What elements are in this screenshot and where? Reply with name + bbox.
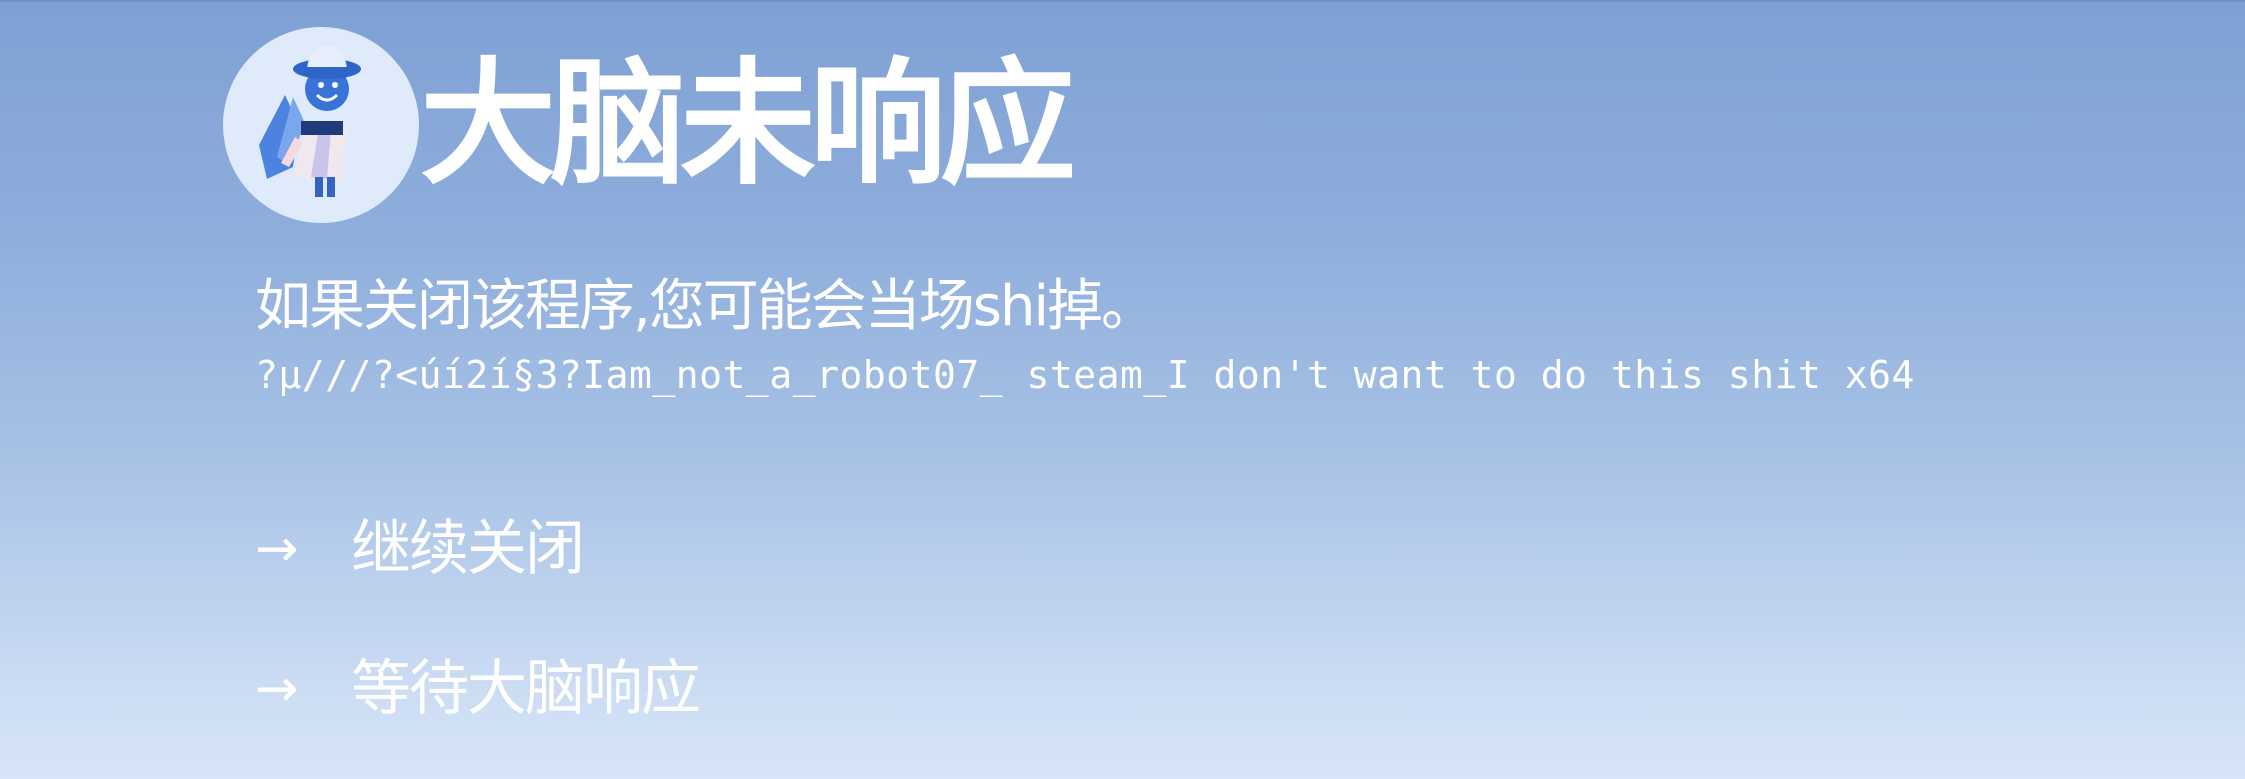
arrow-right-icon: → (255, 519, 299, 579)
avatar (223, 27, 419, 223)
close-anyway-label: 继续关闭 (351, 514, 585, 584)
close-anyway-button[interactable]: → 继续关闭 (255, 514, 585, 584)
process-name: ?µ///?<úí2í§3?Iam_not_a_robot07_ steam_I… (255, 353, 1915, 397)
character-avatar-icon (259, 45, 361, 197)
arrow-right-icon: → (255, 659, 299, 719)
not-responding-dialog: 大脑未响应 如果关闭该程序,您可能会当场shi掉。 ?µ///?<úí2í§3?… (0, 0, 2245, 779)
wait-for-response-label: 等待大脑响应 (351, 654, 701, 724)
warning-message: 如果关闭该程序,您可能会当场shi掉。 (255, 274, 1157, 339)
wait-for-response-button[interactable]: → 等待大脑响应 (255, 654, 701, 724)
dialog-title: 大脑未响应 (420, 46, 1076, 204)
